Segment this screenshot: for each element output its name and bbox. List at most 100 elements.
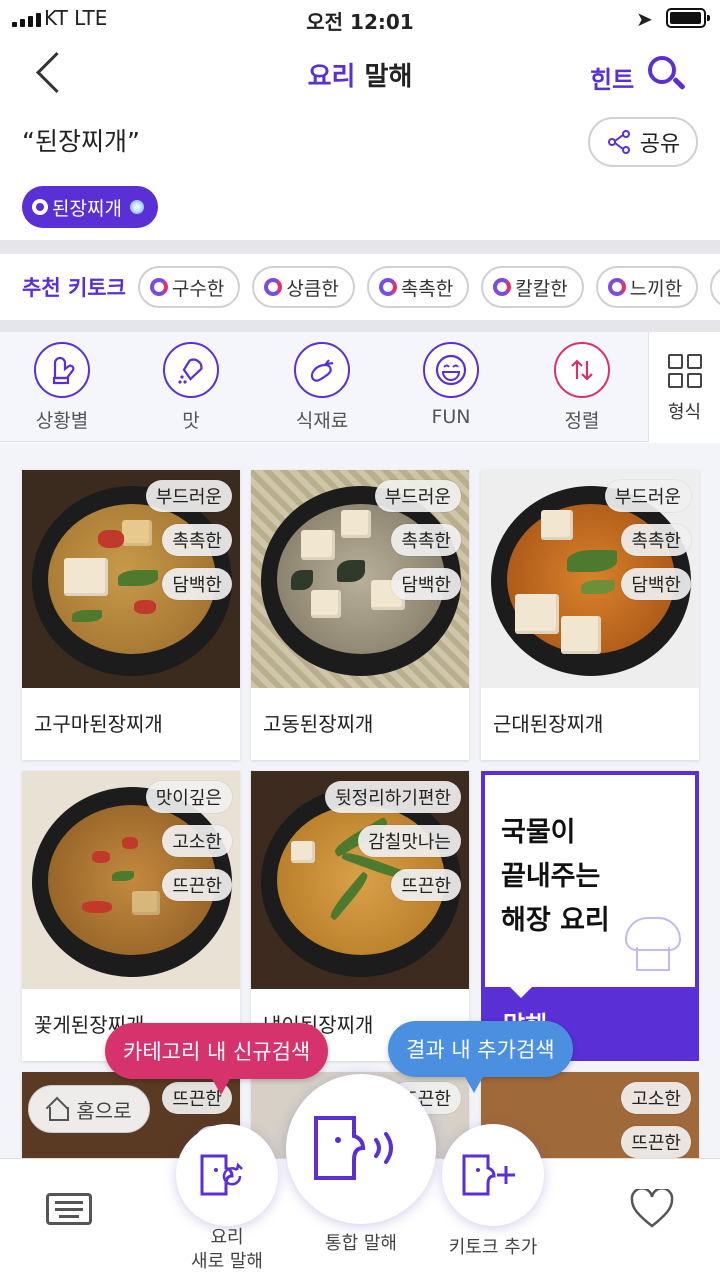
title-accent: 요리 xyxy=(307,62,356,92)
speech-plus-icon xyxy=(462,1154,515,1196)
status-bar: KT LTE 오전 12:01 ➤ xyxy=(0,0,720,38)
sort-arrows-icon xyxy=(554,342,610,398)
hint-button[interactable]: 힌트 xyxy=(590,60,634,95)
recipe-tag: 감칠맛나는 xyxy=(358,825,461,857)
keytalk-ring-icon xyxy=(493,278,512,296)
recipe-card[interactable]: 부드러운 촉촉한 담백한 고구마된장찌개 xyxy=(22,470,240,760)
recipe-tag: 뒷정리하기편한 xyxy=(325,781,461,813)
recipe-tag: 부드러운 xyxy=(374,480,461,512)
result-search-tooltip[interactable]: 결과 내 추가검색 xyxy=(388,1021,573,1093)
recipe-name: 고구마된장찌개 xyxy=(34,712,163,736)
glow-dot-icon xyxy=(129,200,144,214)
recipe-photo: 뒷정리하기편한 감칠맛나는 뜨끈한 xyxy=(251,771,469,989)
keytalk-chip[interactable]: 칼칼한 xyxy=(481,266,584,308)
recipe-photo: 부드러운 촉촉한 담백한 xyxy=(481,470,699,688)
filter-ingredient[interactable]: 식재료 xyxy=(272,342,372,433)
recipe-tag: 부드러운 xyxy=(145,480,232,512)
filter-label: 식재료 xyxy=(295,410,349,432)
keytalk-ring-icon xyxy=(264,278,283,296)
keytalk-chip[interactable]: 구수한 xyxy=(137,266,241,308)
promo-line: 국물이 xyxy=(501,817,576,848)
query-text: “된장찌개” xyxy=(22,127,140,156)
filter-sort[interactable]: 정렬 xyxy=(532,342,632,433)
filter-situation[interactable]: 상황별 xyxy=(12,342,112,433)
recipe-tags: 부드러운 촉촉한 담백한 xyxy=(145,480,232,600)
recipe-tag: 담백한 xyxy=(621,568,691,600)
category-filter-bar: 상황별 맛 식재료 FUN 정렬 형식 xyxy=(0,332,720,442)
recipe-tags: 부드러운 촉촉한 담백한 xyxy=(604,480,691,600)
keytalk-ring-icon xyxy=(378,278,397,296)
recipe-tag: 맛이깊은 xyxy=(145,781,232,813)
divider xyxy=(0,320,720,332)
keyword-ring-icon xyxy=(32,199,48,215)
recipe-name: 고동된장찌개 xyxy=(263,712,374,736)
mitten-icon xyxy=(34,342,90,398)
category-search-tooltip[interactable]: 카테고리 내 신규검색 xyxy=(105,1023,329,1095)
keytalk-chip-label: 느끼한 xyxy=(629,277,683,300)
recipe-card[interactable]: 맛이깊은 고소한 뜨끈한 꽃게된장찌개 xyxy=(22,771,240,1061)
recipe-photo: 부드러운 촉촉한 담백한 xyxy=(251,470,469,688)
keytalk-chip-label: 촉촉한 xyxy=(400,277,454,300)
speech-voice-icon xyxy=(314,1116,393,1180)
integrated-talk-button[interactable] xyxy=(286,1074,436,1224)
keytalk-chip[interactable]: 기 xyxy=(710,266,720,308)
format-toggle[interactable]: 형식 xyxy=(648,332,720,442)
recipe-new-talk-button[interactable] xyxy=(176,1124,278,1226)
divider xyxy=(0,240,720,254)
home-label: 홈으로 xyxy=(76,1098,132,1123)
recipe-tag: 촉촉한 xyxy=(391,524,461,556)
keytalk-chip-label: 상큼한 xyxy=(286,277,339,300)
promo-card[interactable]: 국물이 끝내주는 해장 요리 말해 xyxy=(481,771,699,1061)
recipe-tags: 고소한 뜨끈한 xyxy=(621,1082,691,1158)
recipe-tag: 촉촉한 xyxy=(162,524,232,556)
keytalk-chip[interactable]: 상큼한 xyxy=(252,266,355,308)
share-icon xyxy=(607,130,630,154)
eggplant-icon xyxy=(294,342,350,398)
heart-icon[interactable] xyxy=(630,1189,674,1229)
recipe-card[interactable]: 뒷정리하기편한 감칠맛나는 뜨끈한 냉이된장찌개 xyxy=(251,771,469,1061)
home-button[interactable]: 홈으로 xyxy=(28,1085,150,1133)
filter-label: 정렬 xyxy=(564,410,600,432)
top-nav: 요리 말해 힌트 xyxy=(0,38,720,108)
salt-shaker-icon xyxy=(163,342,219,398)
status-time: 오전 12:01 xyxy=(306,10,414,34)
grid-view-icon xyxy=(667,354,702,388)
recommend-label: 추천 키토크 xyxy=(22,276,126,300)
filter-taste[interactable]: 맛 xyxy=(141,342,241,433)
share-button[interactable]: 공유 xyxy=(588,117,698,167)
filter-fun[interactable]: FUN xyxy=(401,342,501,428)
speech-refresh-icon xyxy=(200,1154,243,1196)
recipe-tag: 뜨끈한 xyxy=(391,869,461,901)
filter-label: FUN xyxy=(431,406,471,428)
selected-keyword-label: 된장찌개 xyxy=(52,197,122,220)
share-label: 공유 xyxy=(639,132,681,157)
smiley-icon xyxy=(423,342,479,398)
keyboard-icon[interactable] xyxy=(46,1193,92,1225)
recipe-tag: 담백한 xyxy=(162,568,232,600)
recipe-card[interactable]: 부드러운 촉촉한 담백한 근대된장찌개 xyxy=(481,470,699,760)
recipe-tag: 고소한 xyxy=(621,1082,691,1114)
filter-label: 상황별 xyxy=(35,410,89,432)
recipe-tags: 뒷정리하기편한 감칠맛나는 뜨끈한 xyxy=(325,781,461,901)
keytalk-ring-icon xyxy=(607,278,626,296)
recipe-photo: 부드러운 촉촉한 담백한 xyxy=(22,470,240,688)
keytalk-chip[interactable]: 촉촉한 xyxy=(366,266,470,308)
keytalk-chip[interactable]: 느끼한 xyxy=(595,266,699,308)
recipe-tag: 담백한 xyxy=(391,568,461,600)
selected-keyword-chip[interactable]: 된장찌개 xyxy=(22,186,158,228)
search-icon[interactable] xyxy=(646,54,686,94)
chef-hat-icon xyxy=(625,917,681,973)
recipe-card[interactable]: 부드러운 촉촉한 담백한 고동된장찌개 xyxy=(251,470,469,760)
home-icon xyxy=(46,1099,70,1121)
add-keytalk-button[interactable] xyxy=(442,1124,544,1226)
keytalk-ring-icon xyxy=(149,278,168,296)
recipe-photo: 맛이깊은 고소한 뜨끈한 xyxy=(22,771,240,989)
recipe-tag: 고소한 xyxy=(162,825,232,857)
filter-label: 맛 xyxy=(182,410,200,432)
title-rest: 말해 xyxy=(355,62,413,92)
integrated-talk-label: 통합 말해 xyxy=(325,1233,397,1254)
recipe-name: 근대된장찌개 xyxy=(493,712,604,736)
promo-line: 끝내주는 xyxy=(501,861,601,892)
keytalk-chip-label: 칼칼한 xyxy=(515,277,568,300)
add-keytalk-label: 키토크 추가 xyxy=(448,1237,538,1258)
